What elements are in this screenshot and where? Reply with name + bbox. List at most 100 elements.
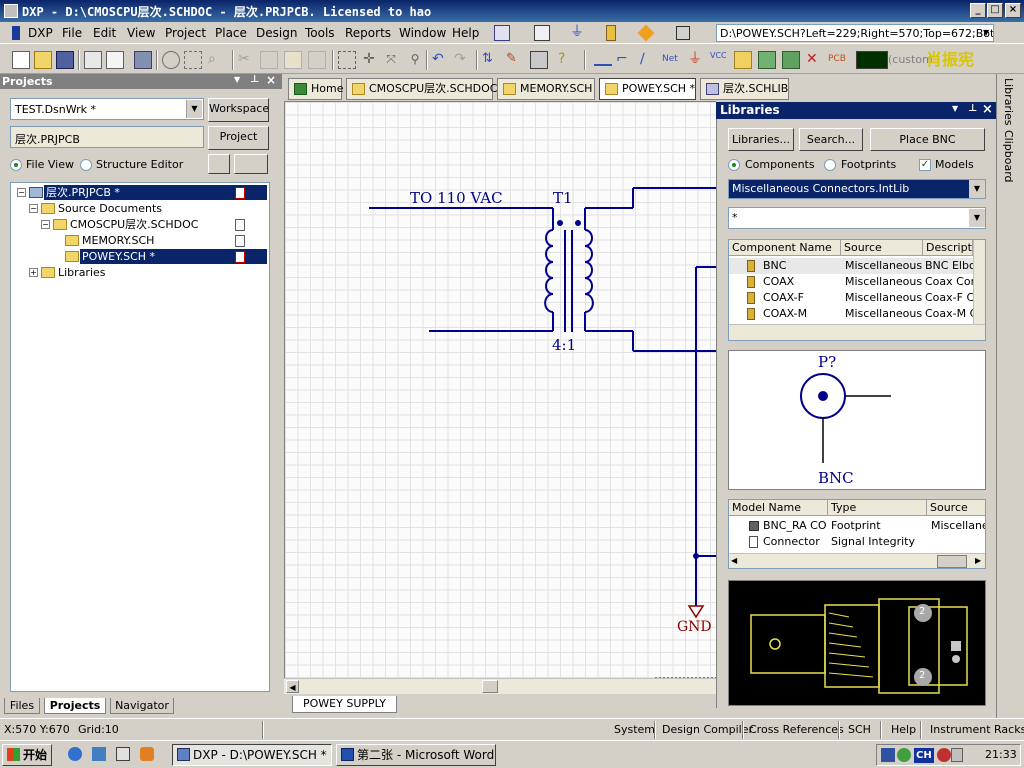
column-header-type[interactable]: Type (828, 500, 927, 516)
menu-reports[interactable]: Reports (345, 26, 391, 40)
libraries-button[interactable]: Libraries... (728, 128, 794, 151)
footprints-radio[interactable] (824, 159, 836, 171)
pin-icon[interactable]: ⊥ (968, 103, 977, 114)
print-preview-icon[interactable] (106, 51, 124, 69)
panel-button-system[interactable]: System (614, 723, 655, 736)
ie-icon[interactable] (68, 747, 82, 761)
ac-input-label[interactable]: TO 110 VAC (410, 189, 503, 207)
transformer-ratio[interactable]: 4:1 (552, 336, 576, 354)
table-row[interactable]: COAX-F Miscellaneous C Coax-F C (729, 290, 973, 306)
ground-icon[interactable]: ⏚ (570, 25, 586, 40)
side-tab-libraries[interactable]: Libraries (1002, 78, 1015, 126)
table-row[interactable]: Connector Signal Integrity (729, 534, 985, 550)
bus-icon[interactable]: ⌐ (616, 51, 634, 69)
expand-toggle-icon[interactable]: − (17, 188, 26, 197)
menu-view[interactable]: View (127, 26, 155, 40)
tree-item-libraries[interactable]: Libraries (58, 265, 106, 280)
tab-memory[interactable]: MEMORY.SCH (497, 78, 595, 100)
component-icon[interactable] (606, 25, 616, 41)
desktop-icon[interactable] (116, 747, 130, 761)
scroll-right-icon[interactable]: ▶ (975, 556, 981, 565)
pcb-layout-icon[interactable]: PCB (828, 51, 846, 69)
minimize-button[interactable]: _ (970, 3, 986, 18)
clear-filter-icon[interactable]: ⚲ (406, 51, 424, 69)
paste-icon[interactable] (284, 51, 302, 69)
tab-cmoscpu[interactable]: CMOSCPU层次.SCHDOC (346, 78, 497, 100)
menu-design[interactable]: Design (256, 26, 297, 40)
component-list-scrollbar[interactable] (973, 240, 985, 324)
panel-close-icon[interactable]: × (982, 102, 993, 117)
zoom-selected-icon[interactable] (184, 51, 202, 69)
scroll-thumb[interactable] (482, 680, 498, 693)
move-icon[interactable]: ✛ (360, 51, 378, 69)
open-project-icon[interactable] (134, 51, 152, 69)
component-list[interactable]: Component Name Source Descriptio BNC Mis… (728, 239, 986, 341)
place-component-button[interactable]: Place BNC (870, 128, 985, 151)
port-icon[interactable] (637, 24, 655, 42)
component-filter-input[interactable]: * ▼ (728, 207, 986, 229)
browse-library-icon[interactable] (530, 51, 548, 69)
tree-item-source-documents[interactable]: Source Documents (58, 201, 162, 216)
redo-icon[interactable]: ↷ (454, 51, 472, 69)
gnd-port-icon[interactable]: ⏚ (688, 51, 706, 69)
panel-button-help[interactable]: Help (891, 723, 916, 736)
menu-dxp[interactable]: DXP (28, 26, 53, 40)
menu-tools[interactable]: Tools (305, 26, 335, 40)
tab-projects[interactable]: Projects (44, 698, 106, 714)
tray-network-icon[interactable] (897, 748, 911, 762)
task-button-word[interactable]: 第二张 - Microsoft Word (336, 744, 496, 766)
pin-icon[interactable]: ⊥ (250, 74, 259, 85)
tree-item-cmoscpu[interactable]: CMOSCPU层次.SCHDOC (70, 217, 198, 232)
select-area-icon[interactable] (338, 51, 356, 69)
gnd-label[interactable]: GND (677, 619, 712, 635)
scroll-left-icon[interactable]: ◀ (286, 680, 299, 693)
column-header-source[interactable]: Source (841, 240, 923, 256)
table-row[interactable]: COAX Miscellaneous C Coax Con (729, 274, 973, 290)
power-objects-icon[interactable] (534, 25, 550, 41)
panel-button-design-compiler[interactable]: Design Compiler (662, 723, 753, 736)
panel-button-cross-references[interactable]: Cross References (749, 723, 844, 736)
menu-place[interactable]: Place (215, 26, 247, 40)
menu-edit[interactable]: Edit (93, 26, 116, 40)
file-view-radio[interactable] (10, 159, 22, 171)
close-button[interactable]: × (1005, 3, 1021, 18)
tree-item-project[interactable]: 层次.PRJPCB * (44, 185, 267, 200)
net-label-icon[interactable]: Net (662, 51, 680, 69)
address-dropdown-icon[interactable]: ▼ (983, 25, 993, 41)
menu-project[interactable]: Project (165, 26, 206, 40)
open-icon[interactable] (34, 51, 52, 69)
workspace-combo[interactable]: TEST.DsnWrk * ▼ (10, 98, 204, 120)
tab-schlib[interactable]: 层次.SCHLIB (700, 78, 789, 100)
project-field[interactable]: 层次.PRJPCB (10, 126, 204, 148)
structure-editor-radio[interactable] (80, 159, 92, 171)
menu-window[interactable]: Window (399, 26, 446, 40)
tab-navigator[interactable]: Navigator (110, 698, 174, 714)
menu-file[interactable]: File (62, 26, 82, 40)
ime-indicator[interactable]: CH (914, 748, 934, 763)
column-header-component-name[interactable]: Component Name (729, 240, 841, 256)
volume-icon[interactable] (951, 748, 963, 762)
bus-entry-icon[interactable]: ∕ (640, 51, 658, 69)
project-button[interactable]: Project (208, 126, 269, 150)
save-icon[interactable] (56, 51, 74, 69)
library-select[interactable]: Miscellaneous Connectors.IntLib ▼ (728, 179, 986, 199)
zoom-area-icon[interactable] (162, 51, 180, 69)
column-header-model-name[interactable]: Model Name (729, 500, 828, 516)
filter-dropdown-icon[interactable]: ▼ (969, 209, 985, 227)
expand-toggle-icon[interactable]: − (29, 204, 38, 213)
horizontal-scrollbar[interactable]: ◀ (284, 678, 716, 694)
project-options-icon[interactable] (234, 154, 268, 174)
expand-toggle-icon[interactable]: − (41, 220, 50, 229)
model-list[interactable]: Model Name Type Source BNC_RA CON Footpr… (728, 499, 986, 569)
expand-toggle-icon[interactable]: + (29, 268, 38, 277)
panel-close-icon[interactable]: × (266, 73, 276, 87)
part-icon[interactable] (734, 51, 752, 69)
scroll-thumb[interactable] (937, 555, 967, 568)
tab-home[interactable]: Home (288, 78, 343, 100)
panel-button-instrument-racks[interactable]: Instrument Racks (930, 723, 1024, 736)
table-row[interactable]: BNC Miscellaneous C BNC Elbo (729, 258, 973, 274)
sheet-entry-icon[interactable] (758, 51, 776, 69)
sheet-tab-powey-supply[interactable]: POWEY SUPPLY (292, 696, 398, 713)
table-row[interactable]: COAX-M Miscellaneous C Coax-M C (729, 306, 973, 322)
task-button-dxp[interactable]: DXP - D:\POWEY.SCH * - ... (172, 744, 332, 766)
